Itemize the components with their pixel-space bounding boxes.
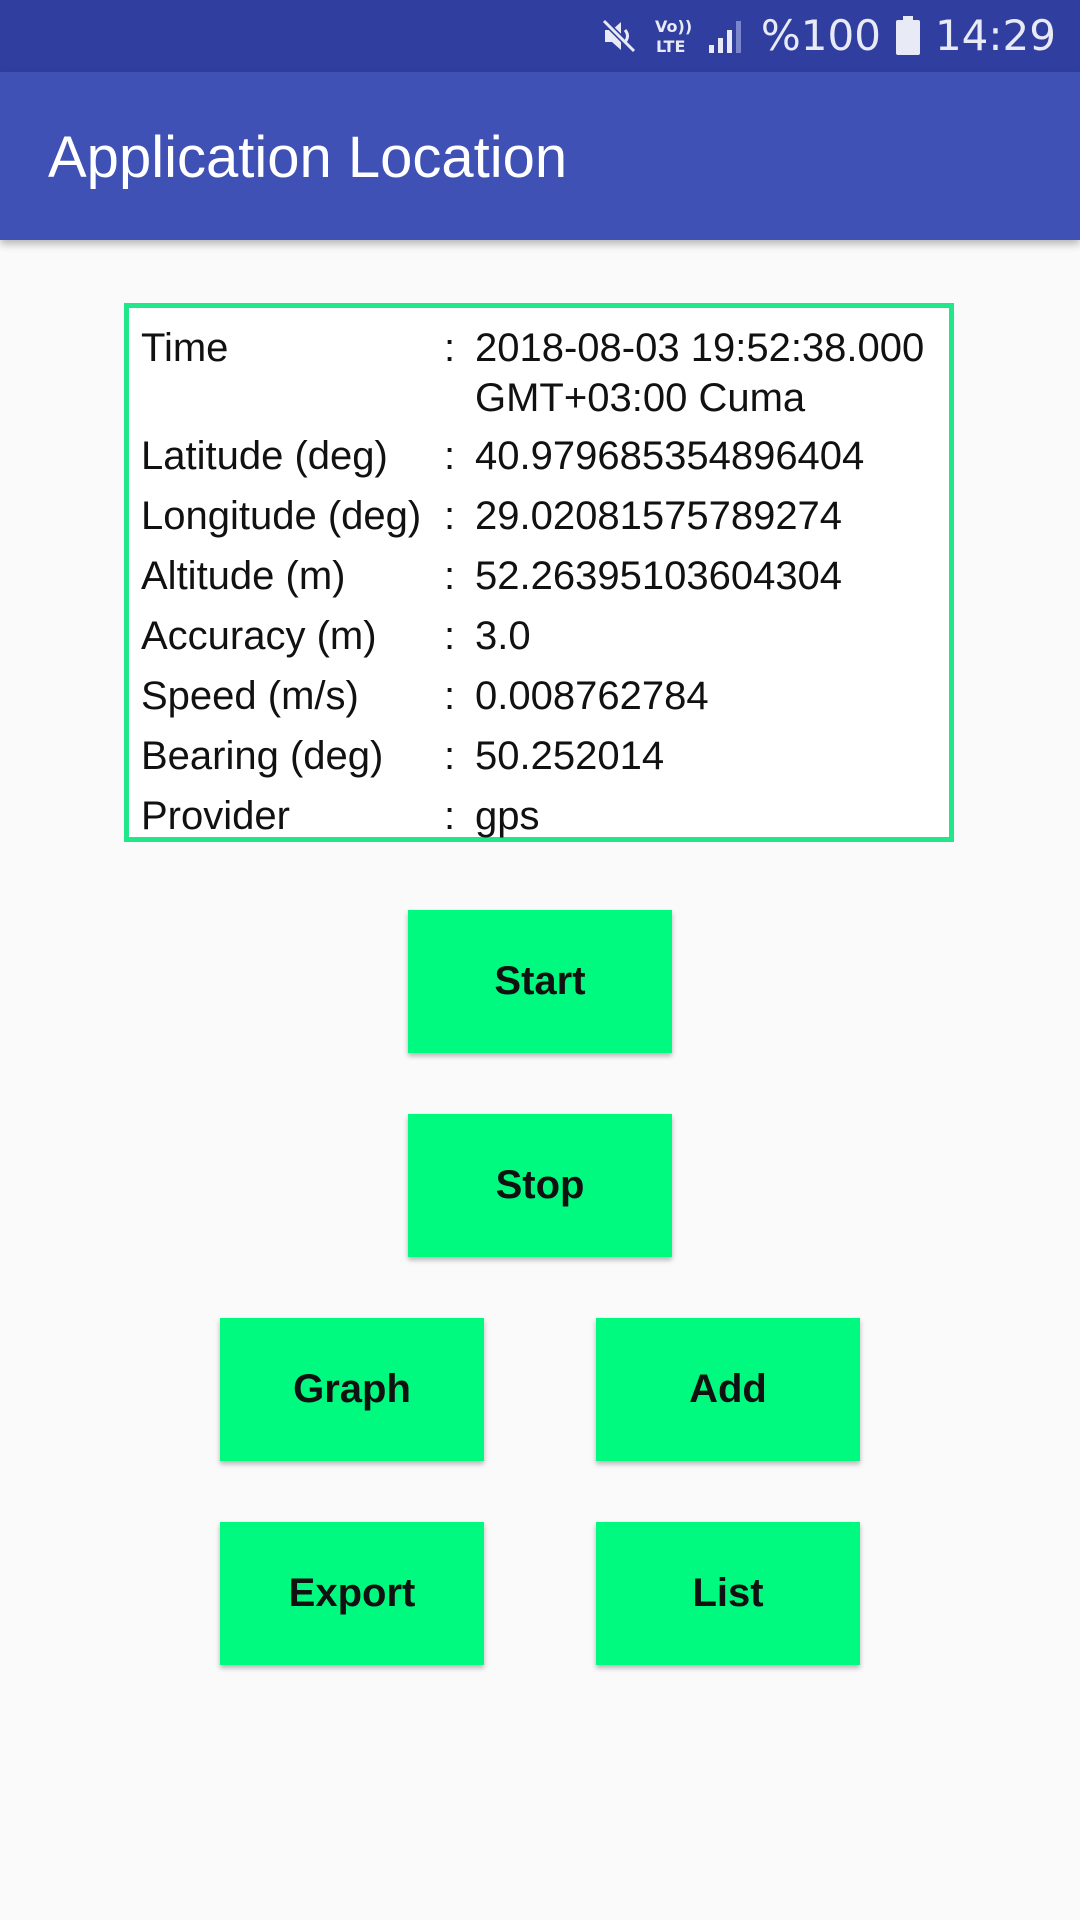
info-row-latitude: Latitude (deg) : 40.979685354896404	[129, 426, 949, 486]
info-value-time: 2018-08-03 19:52:38.000 GMT+03:00 Cuma	[475, 326, 925, 420]
signal-icon	[707, 17, 747, 55]
battery-percent: %100	[760, 11, 881, 60]
info-label: Bearing (deg)	[141, 734, 384, 778]
info-value-speed: 0.008762784	[475, 674, 709, 718]
info-value-altitude: 52.26395103604304	[475, 554, 843, 598]
info-label: Provider	[141, 794, 290, 838]
volte-lte-icon: Vo)) LTE	[653, 14, 693, 58]
info-separator: :	[444, 734, 456, 778]
status-bar: Vo)) LTE %100 14:29	[0, 0, 1080, 72]
info-separator: :	[444, 674, 456, 718]
info-row-bearing: Bearing (deg) : 50.252014	[129, 726, 949, 786]
info-row-longitude: Longitude (deg) : 29.02081575789274	[129, 486, 949, 546]
svg-text:LTE: LTE	[656, 37, 685, 56]
export-button[interactable]: Export	[220, 1522, 484, 1665]
info-label: Altitude (m)	[141, 554, 346, 598]
mute-icon	[599, 16, 639, 56]
graph-button[interactable]: Graph	[220, 1318, 484, 1461]
info-row-time: Time : 2018-08-03 19:52:38.000 GMT+03:00…	[129, 318, 949, 420]
info-separator: :	[444, 494, 456, 538]
info-label: Latitude (deg)	[141, 434, 388, 478]
svg-text:Vo)): Vo))	[655, 17, 692, 36]
info-row-speed: Speed (m/s) : 0.008762784	[129, 666, 949, 726]
list-button[interactable]: List	[596, 1522, 860, 1665]
info-separator: :	[444, 614, 456, 658]
info-label: Accuracy (m)	[141, 614, 377, 658]
info-separator: :	[444, 326, 456, 370]
info-row-provider: Provider : gps	[129, 786, 949, 846]
info-value-bearing: 50.252014	[475, 734, 665, 778]
status-time: 14:29	[934, 11, 1056, 60]
info-label: Longitude (deg)	[141, 494, 422, 538]
add-button[interactable]: Add	[596, 1318, 860, 1461]
app-bar: Application Location	[0, 72, 1080, 240]
info-separator: :	[444, 434, 456, 478]
info-value-longitude: 29.02081575789274	[475, 494, 843, 538]
app-title: Application Location	[48, 125, 568, 190]
info-row-accuracy: Accuracy (m) : 3.0	[129, 606, 949, 666]
info-row-altitude: Altitude (m) : 52.26395103604304	[129, 546, 949, 606]
info-label: Time	[141, 326, 229, 370]
start-button[interactable]: Start	[408, 910, 672, 1053]
location-info-panel: Time : 2018-08-03 19:52:38.000 GMT+03:00…	[124, 303, 954, 842]
info-value-latitude: 40.979685354896404	[475, 434, 865, 478]
info-value-accuracy: 3.0	[475, 614, 531, 658]
battery-icon	[895, 16, 921, 56]
info-separator: :	[444, 794, 456, 838]
stop-button[interactable]: Stop	[408, 1114, 672, 1257]
info-value-provider: gps	[475, 794, 540, 838]
info-separator: :	[444, 554, 456, 598]
status-icons: Vo)) LTE %100 14:29	[599, 0, 1056, 72]
info-label: Speed (m/s)	[141, 674, 359, 718]
